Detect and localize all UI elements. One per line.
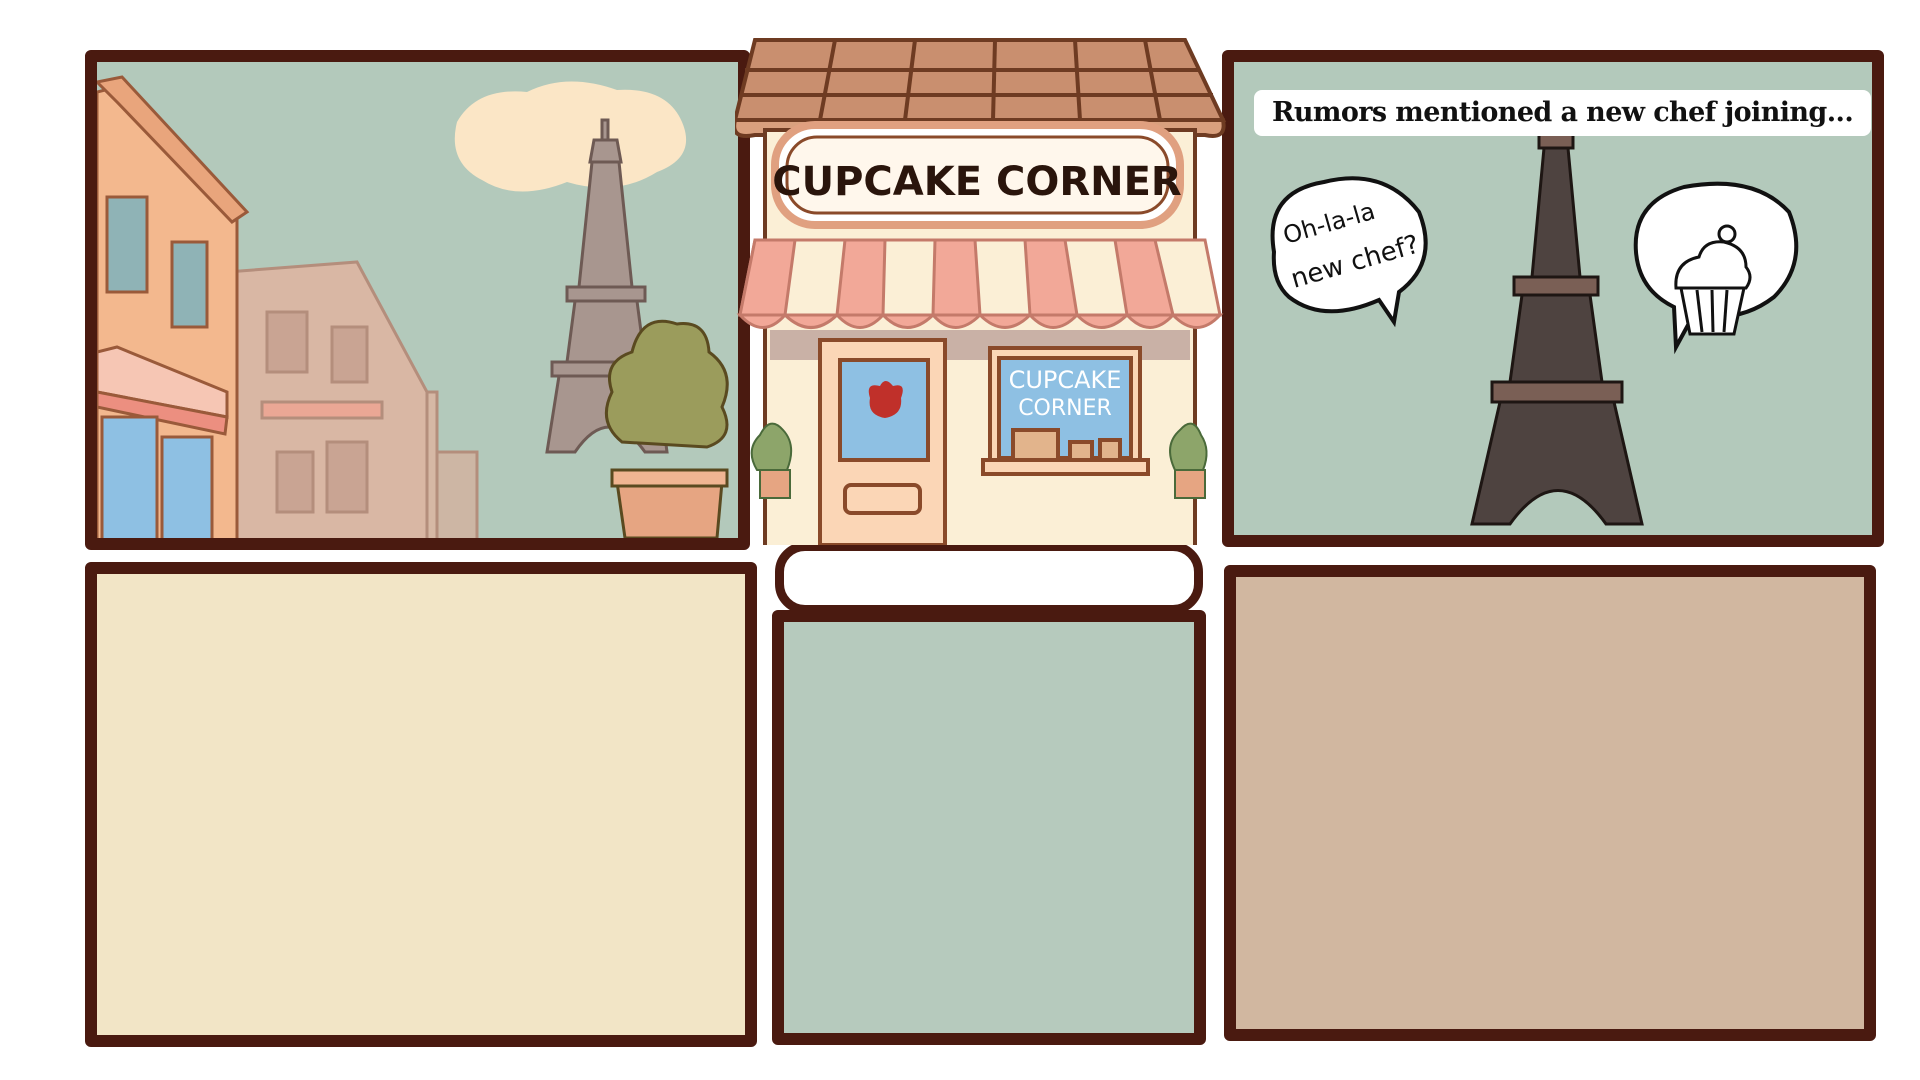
comic-panel-rumors: Oh-la-la new chef? Rumors mentioned a ne… xyxy=(1222,50,1884,547)
comic-panel-empty-right xyxy=(1224,565,1876,1041)
comic-panel-street xyxy=(85,50,750,550)
shop-door xyxy=(818,338,947,545)
shop-sign-text: CUPCAKE CORNER xyxy=(772,159,1181,205)
shop-awning xyxy=(736,238,1224,329)
potted-plant-right xyxy=(1169,422,1208,499)
potted-plant-left xyxy=(750,422,793,499)
street-scene xyxy=(97,75,729,538)
window-text-line-2: CORNER xyxy=(1018,396,1112,421)
cupcake-corner-shop: CUPCAKE CORNER CUPCAKE CORNER xyxy=(735,38,1227,545)
cloud xyxy=(454,81,687,192)
potted-bush xyxy=(604,319,729,538)
front-building xyxy=(97,75,250,538)
comic-panel-empty-left xyxy=(85,562,757,1047)
narration-caption: Rumors mentioned a new chef joining... xyxy=(1254,90,1872,136)
window-text-line-1: CUPCAKE xyxy=(1009,366,1122,394)
empty-caption-pill xyxy=(775,542,1203,614)
eiffel-tower-icon xyxy=(1470,132,1644,526)
comic-panel-empty-middle xyxy=(772,610,1206,1045)
background-buildings xyxy=(225,260,479,538)
